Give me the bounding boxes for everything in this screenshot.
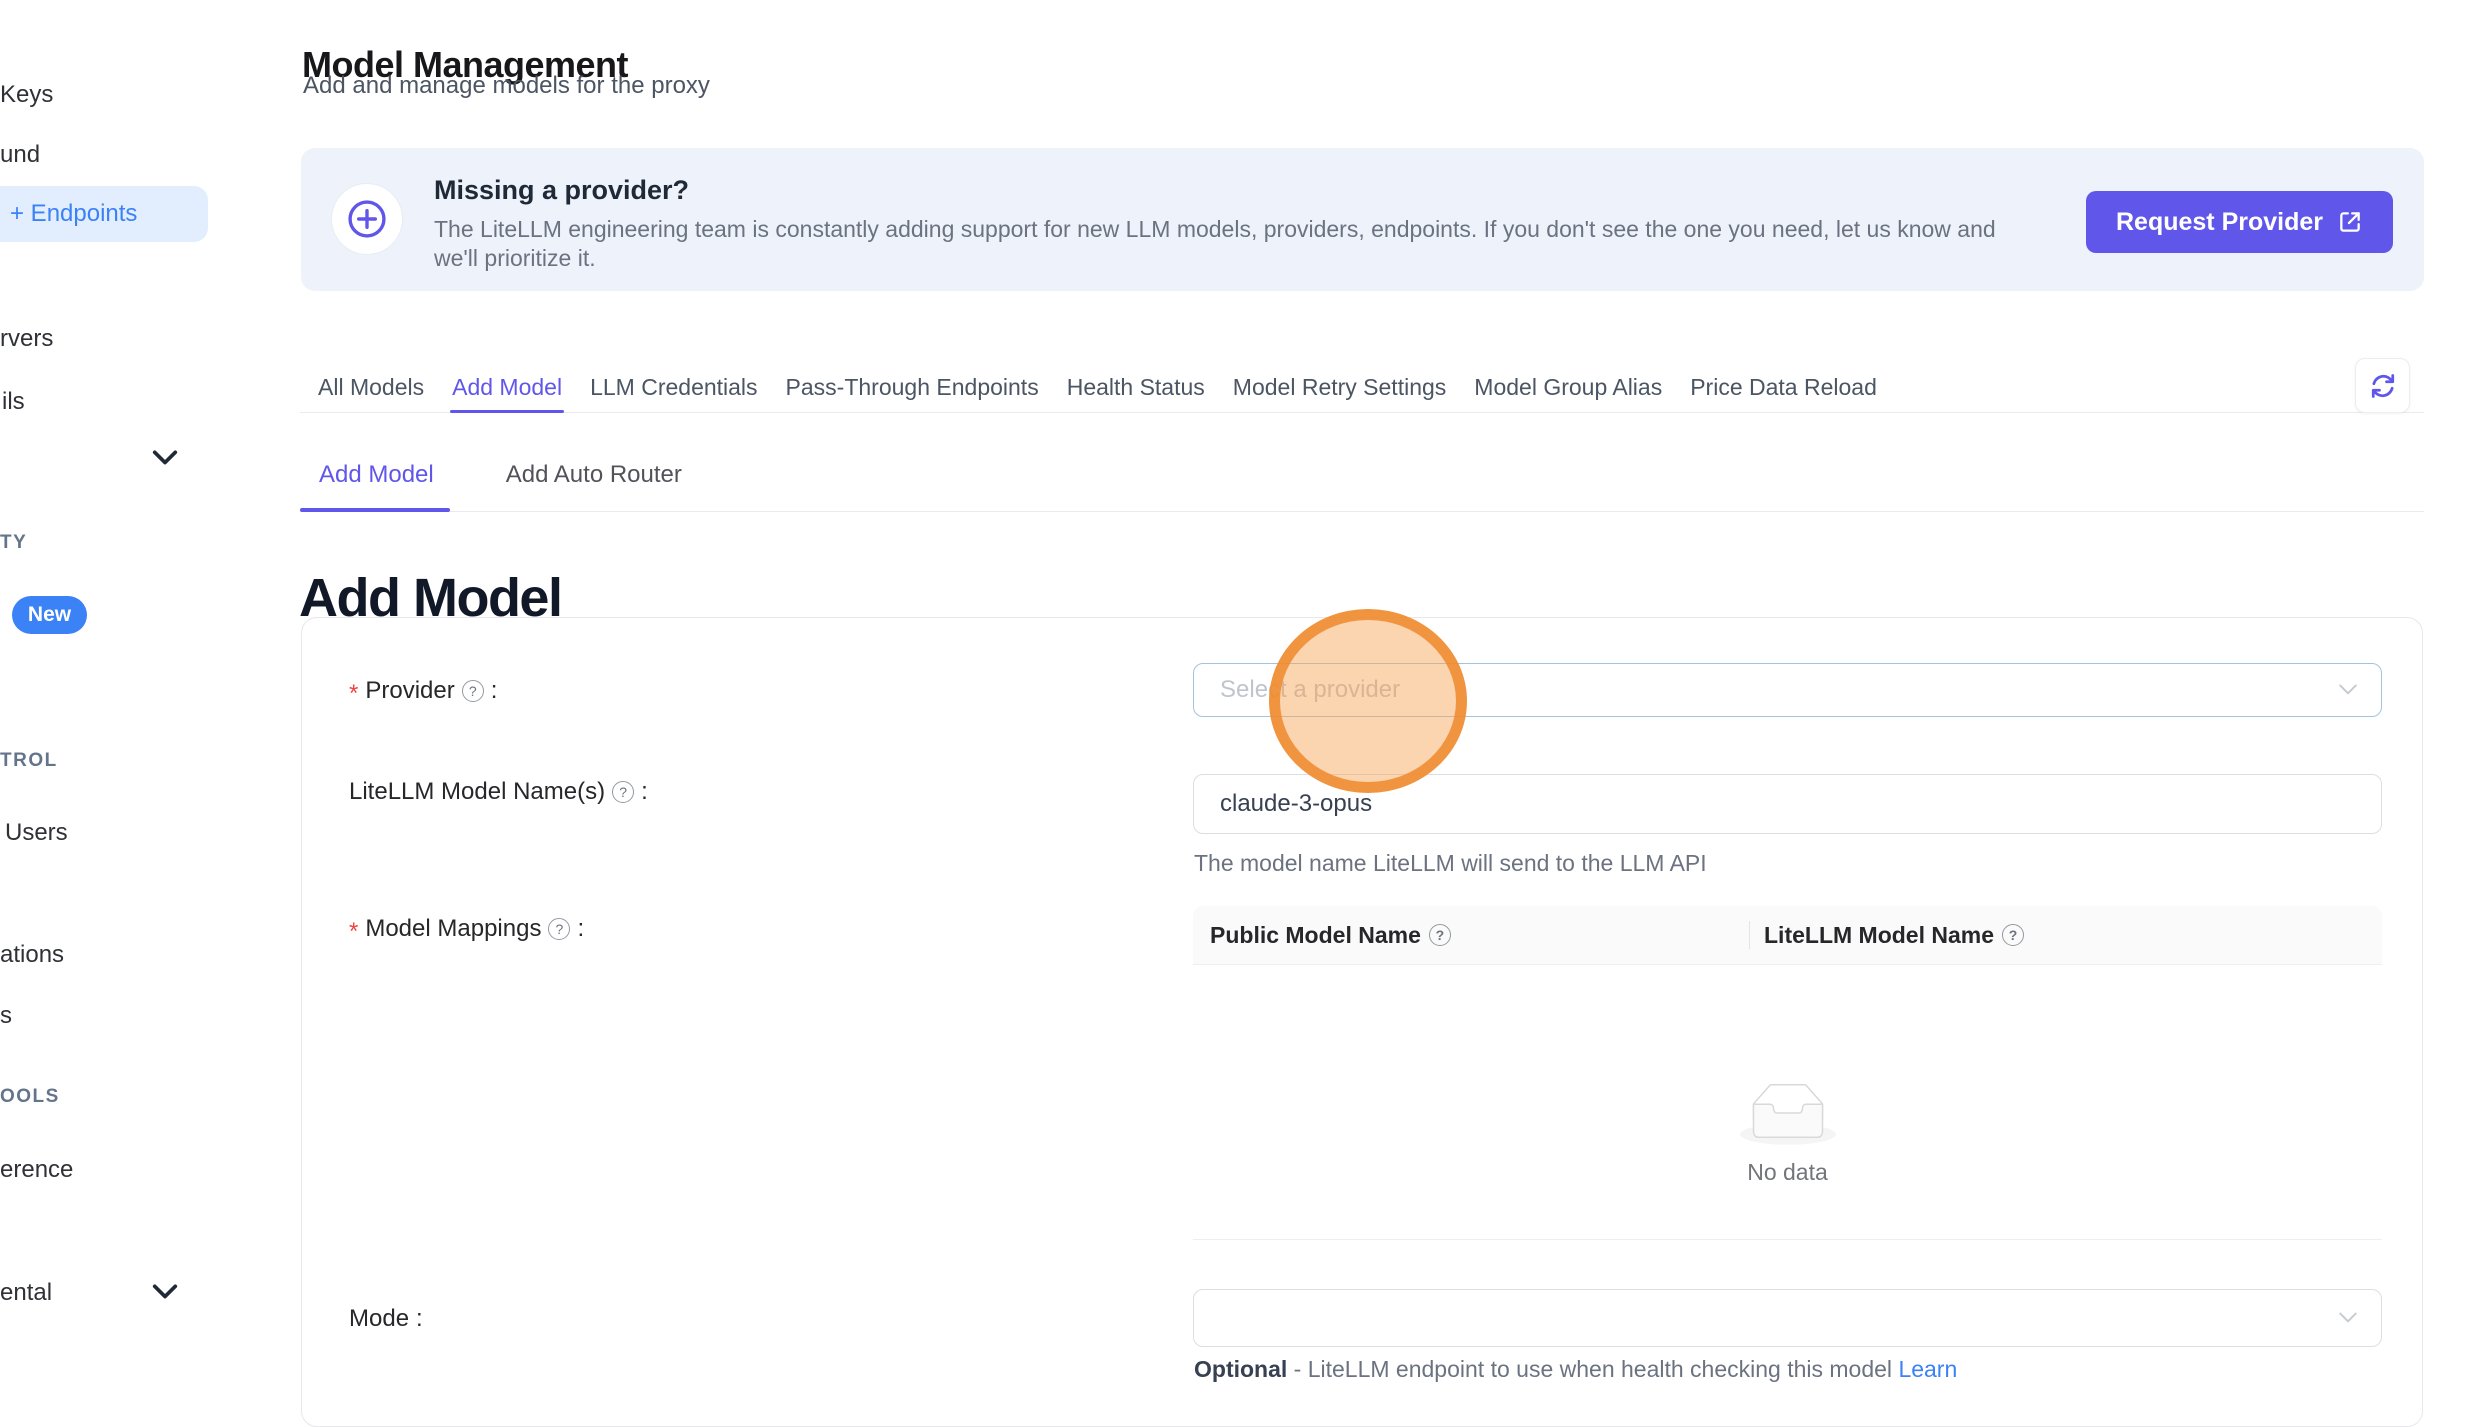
help-icon[interactable]: ? bbox=[462, 680, 484, 702]
label-colon: : bbox=[577, 914, 584, 944]
column-litellm-model-name: LiteLLM Model Name ? bbox=[1731, 922, 2024, 949]
help-icon[interactable]: ? bbox=[2002, 924, 2024, 946]
column-divider bbox=[1749, 921, 1750, 949]
missing-provider-banner: Missing a provider? The LiteLLM engineer… bbox=[301, 148, 2424, 291]
sidebar-item-mcp-servers[interactable]: rvers bbox=[0, 324, 53, 354]
banner-body-line1: The LiteLLM engineering team is constant… bbox=[434, 215, 1996, 244]
empty-state: No data bbox=[1193, 1083, 2382, 1186]
sidebar-section-header-1: TY bbox=[0, 531, 27, 555]
sidebar: Keys und + Endpoints rvers ils TY New TR… bbox=[0, 0, 300, 1385]
page-subtitle: Add and manage models for the proxy bbox=[303, 72, 710, 100]
sidebar-item-teams[interactable]: s bbox=[0, 1001, 12, 1031]
provider-select[interactable]: Select a provider bbox=[1193, 663, 2382, 717]
sidebar-section-header-3: OOLS bbox=[0, 1085, 60, 1109]
model-name-input[interactable] bbox=[1193, 774, 2382, 834]
plus-circle-badge bbox=[331, 183, 403, 255]
refresh-button[interactable] bbox=[2355, 358, 2410, 413]
add-model-form-card: * Provider ? : Select a provider LiteLLM… bbox=[301, 617, 2423, 1427]
sidebar-item-experimental[interactable]: ental bbox=[0, 1278, 52, 1308]
sidebar-item-guardrails[interactable]: ils bbox=[2, 387, 25, 417]
mode-label: Mode : bbox=[349, 1304, 423, 1334]
banner-title: Missing a provider? bbox=[434, 175, 689, 206]
model-name-helper: The model name LiteLLM will send to the … bbox=[1194, 850, 1707, 877]
sidebar-item-virtual-keys[interactable]: Keys bbox=[0, 80, 53, 110]
help-icon[interactable]: ? bbox=[612, 781, 634, 803]
tab-model-group-alias[interactable]: Model Group Alias bbox=[1474, 362, 1662, 412]
label-colon: : bbox=[416, 1304, 423, 1334]
column-public-model-name: Public Model Name ? bbox=[1193, 922, 1731, 949]
sidebar-item-api-reference[interactable]: erence bbox=[0, 1155, 73, 1185]
tab-add-model[interactable]: Add Model bbox=[452, 362, 562, 412]
banner-body-line2: we'll prioritize it. bbox=[434, 244, 1996, 273]
sidebar-item-internal-users[interactable]: Users bbox=[5, 818, 68, 848]
mode-helper-text: - LiteLLM endpoint to use when health ch… bbox=[1287, 1356, 1898, 1382]
request-provider-button[interactable]: Request Provider bbox=[2086, 191, 2393, 253]
empty-inbox-icon bbox=[1740, 1083, 1836, 1145]
chevron-down-icon bbox=[2339, 1313, 2357, 1324]
tab-model-retry-settings[interactable]: Model Retry Settings bbox=[1233, 362, 1446, 412]
mode-select[interactable] bbox=[1193, 1289, 2382, 1347]
tab-pass-through-endpoints[interactable]: Pass-Through Endpoints bbox=[786, 362, 1039, 412]
tab-all-models[interactable]: All Models bbox=[318, 362, 424, 412]
sidebar-collapse-chevron-icon[interactable] bbox=[149, 442, 181, 474]
label-colon: : bbox=[491, 676, 498, 706]
new-badge: New bbox=[12, 596, 87, 634]
help-icon[interactable]: ? bbox=[1429, 924, 1451, 946]
banner-body: The LiteLLM engineering team is constant… bbox=[434, 215, 1996, 273]
model-tabs: All Models Add Model LLM Credentials Pas… bbox=[300, 362, 2424, 413]
sidebar-experimental-chevron-icon[interactable] bbox=[149, 1276, 181, 1308]
label-colon: : bbox=[641, 777, 648, 807]
required-asterisk: * bbox=[349, 917, 358, 947]
refresh-icon bbox=[2368, 371, 2398, 401]
external-link-icon bbox=[2337, 209, 2363, 235]
tab-health-status[interactable]: Health Status bbox=[1067, 362, 1205, 412]
model-mappings-label-text: Model Mappings bbox=[365, 914, 541, 944]
provider-label: * Provider ? : bbox=[349, 676, 497, 706]
add-model-subtabs: Add Model Add Auto Router bbox=[300, 438, 2424, 512]
model-name-label-text: LiteLLM Model Name(s) bbox=[349, 777, 605, 807]
model-mappings-header: Public Model Name ? LiteLLM Model Name ? bbox=[1193, 906, 2382, 965]
sidebar-item-organizations[interactable]: ations bbox=[0, 940, 64, 970]
learn-link[interactable]: Learn bbox=[1898, 1356, 1957, 1382]
request-provider-label: Request Provider bbox=[2116, 208, 2323, 237]
mode-helper: Optional - LiteLLM endpoint to use when … bbox=[1194, 1356, 1957, 1383]
model-name-label: LiteLLM Model Name(s) ? : bbox=[349, 777, 648, 807]
chevron-down-icon bbox=[2339, 685, 2357, 696]
mode-helper-prefix: Optional bbox=[1194, 1356, 1287, 1382]
plus-circle-icon bbox=[347, 199, 387, 239]
tab-price-data-reload[interactable]: Price Data Reload bbox=[1690, 362, 1877, 412]
sidebar-item-models-endpoints-label: + Endpoints bbox=[10, 200, 137, 228]
column-public-model-name-label: Public Model Name bbox=[1210, 922, 1421, 949]
model-mappings-body: No data bbox=[1193, 965, 2382, 1240]
model-mappings-table: Public Model Name ? LiteLLM Model Name ? bbox=[1193, 906, 2382, 1240]
provider-label-text: Provider bbox=[365, 676, 454, 706]
tab-llm-credentials[interactable]: LLM Credentials bbox=[590, 362, 757, 412]
no-data-text: No data bbox=[1747, 1159, 1828, 1186]
column-litellm-model-name-label: LiteLLM Model Name bbox=[1764, 922, 1994, 949]
sidebar-item-playground[interactable]: und bbox=[0, 140, 40, 170]
subtab-add-auto-router[interactable]: Add Auto Router bbox=[450, 438, 702, 511]
help-icon[interactable]: ? bbox=[548, 918, 570, 940]
sidebar-item-models-endpoints[interactable]: + Endpoints bbox=[0, 186, 208, 242]
provider-select-placeholder: Select a provider bbox=[1220, 676, 1400, 704]
sidebar-section-header-2: TROL bbox=[0, 749, 58, 773]
required-asterisk: * bbox=[349, 679, 358, 709]
mode-label-text: Mode bbox=[349, 1304, 409, 1334]
subtab-add-model[interactable]: Add Model bbox=[300, 438, 450, 511]
model-mappings-label: * Model Mappings ? : bbox=[349, 914, 584, 944]
